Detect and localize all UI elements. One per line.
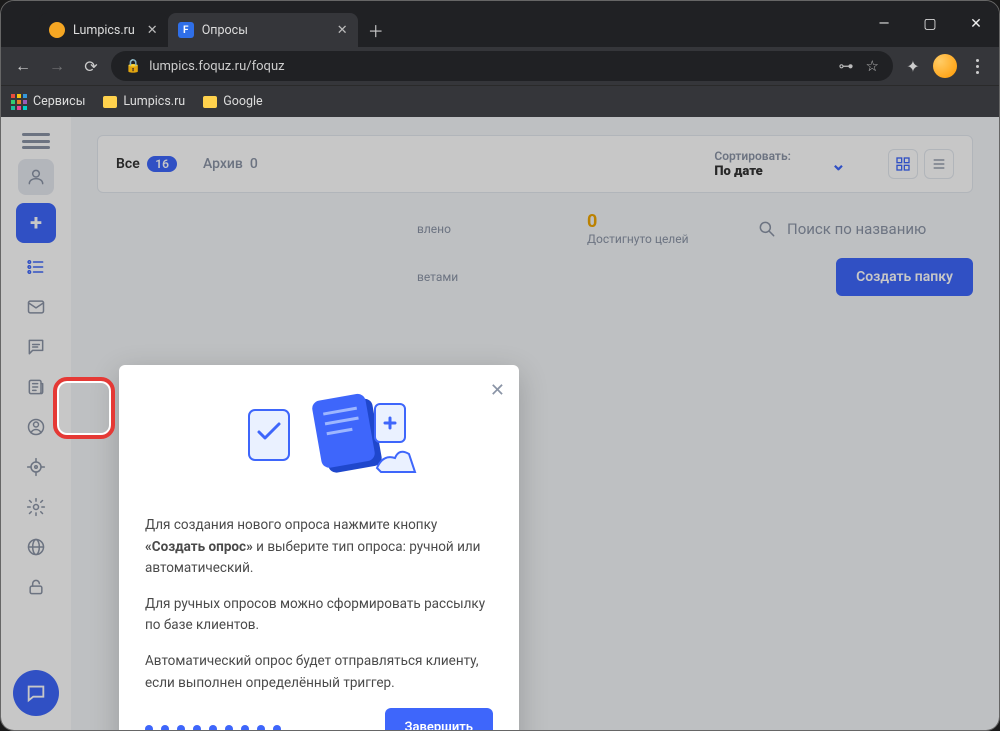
search-input[interactable]: Поиск по названию [757,219,973,239]
create-survey-button[interactable]: + [16,203,56,243]
sidebar-mail-icon[interactable] [20,291,52,323]
stat-goals: 0 Достигнуто целей [587,211,737,246]
nav-reload-button[interactable]: ⟳ [77,52,105,80]
profile-avatar[interactable] [933,54,957,78]
create-folder-button[interactable]: Создать папку [836,258,973,296]
view-grid-button[interactable] [888,149,918,179]
sidebar-lock-icon[interactable] [20,571,52,603]
user-icon[interactable] [18,159,54,195]
filter-all[interactable]: Все 16 [116,156,177,172]
bookmarks-bar: Сервисы Lumpics.ru Google [1,85,999,117]
popover-text-1: Для создания нового опроса нажмите кнопк… [145,515,493,580]
url-input[interactable]: 🔒 lumpics.foquz.ru/foquz ⊶ ☆ [111,51,893,81]
apps-label: Сервисы [33,94,85,109]
apps-button[interactable]: Сервисы [11,94,85,110]
nav-back-button[interactable]: ← [9,52,37,80]
popover-illustration [145,385,493,505]
lock-icon: 🔒 [125,59,141,74]
sidebar-settings-icon[interactable] [20,491,52,523]
extensions-button[interactable]: ✦ [899,52,927,80]
folder-icon [203,96,217,108]
filter-bar: Все 16 Архив 0 Сортировать: По дате ⌄ [97,135,973,193]
support-chat-button[interactable] [13,670,59,716]
window-minimize-button[interactable]: — [861,1,907,47]
popover-pager[interactable] [145,725,281,731]
key-icon[interactable]: ⊶ [839,57,852,75]
popover-text-3: Автоматический опрос будет отправляться … [145,651,493,694]
browser-titlebar: Lumpics.ru ✕ F Опросы ✕ ＋ — ▢ ✕ [1,1,999,47]
popover-finish-button[interactable]: Завершить [385,708,493,731]
stat-sent: влено [417,222,567,236]
sidebar-account-icon[interactable] [20,411,52,443]
filter-archive[interactable]: Архив 0 [203,156,258,172]
popover-text-2: Для ручных опросов можно сформировать ра… [145,594,493,637]
sidebar-target-icon[interactable] [20,451,52,483]
filter-all-count: 16 [147,156,177,172]
sidebar-chat-icon[interactable] [20,331,52,363]
highlight-callout [53,377,115,439]
sidebar-globe-icon[interactable] [20,531,52,563]
url-text: lumpics.foquz.ru/foquz [149,59,284,74]
tab-2-label: Опросы [202,23,248,38]
answers-hint: ветами [417,270,458,284]
close-icon[interactable]: ✕ [337,23,348,38]
sidebar-surveys-icon[interactable] [20,251,52,283]
chevron-down-icon[interactable]: ⌄ [831,154,846,175]
onboarding-popover: ✕ Для создания нового опроса нажмите к [119,365,519,731]
browser-tab-2-active[interactable]: F Опросы ✕ [168,13,358,47]
bookmark-item-1[interactable]: Lumpics.ru [103,94,185,109]
menu-toggle-button[interactable] [22,131,50,151]
tab-favicon: F [178,22,194,38]
close-icon[interactable]: ✕ [147,23,158,38]
window-close-button[interactable]: ✕ [953,1,999,47]
popover-close-button[interactable]: ✕ [490,377,505,406]
sidebar-news-icon[interactable] [20,371,52,403]
new-tab-button[interactable]: ＋ [358,13,394,47]
window-maximize-button[interactable]: ▢ [907,1,953,47]
view-list-button[interactable] [924,149,954,179]
sort-dropdown[interactable]: Сортировать: По дате [714,148,791,180]
bookmark-star-icon[interactable]: ☆ [866,57,879,75]
browser-tab-1[interactable]: Lumpics.ru ✕ [39,13,168,47]
browser-menu-button[interactable] [963,52,991,80]
tab-1-label: Lumpics.ru [73,23,135,38]
browser-addressbar: ← → ⟳ 🔒 lumpics.foquz.ru/foquz ⊶ ☆ ✦ [1,47,999,85]
folder-icon [103,96,117,108]
nav-forward-button[interactable]: → [43,52,71,80]
bookmark-item-2[interactable]: Google [203,94,262,109]
